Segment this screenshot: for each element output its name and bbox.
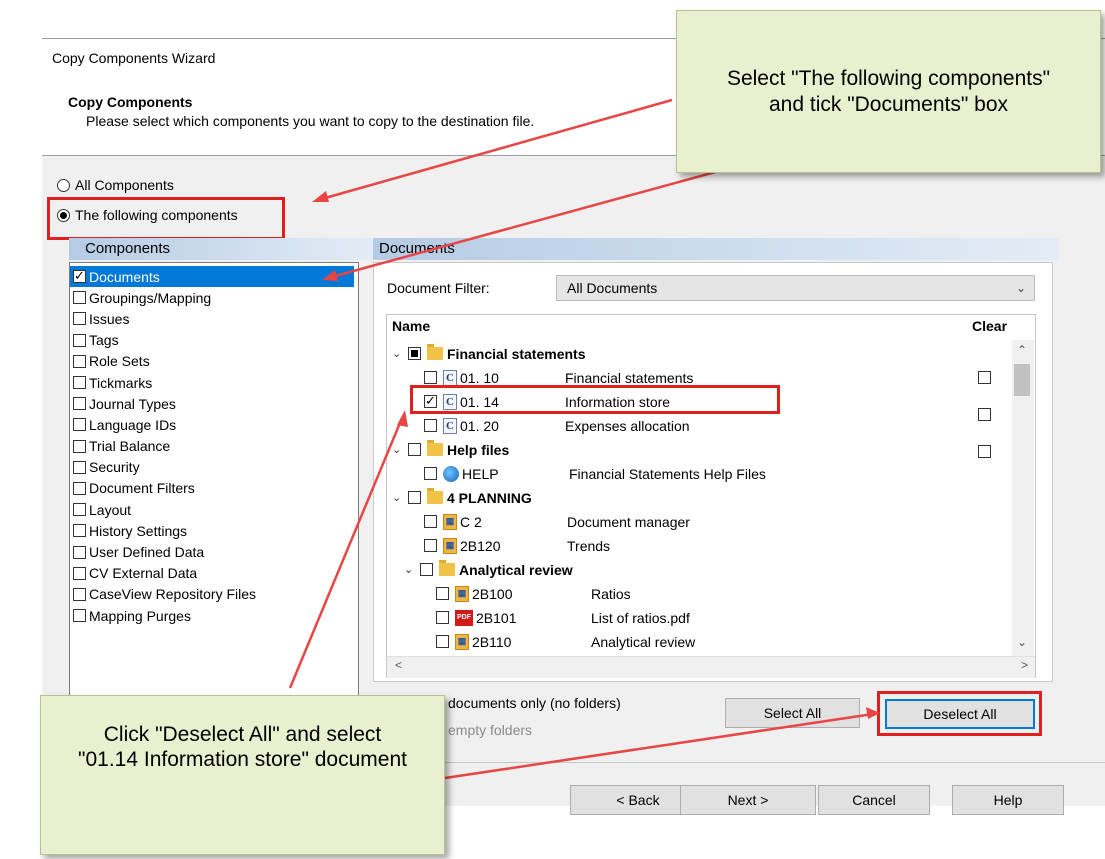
arrow-to-documents-component (327, 166, 731, 280)
callout-top: Select "The following components" and ti… (676, 10, 1101, 173)
arrow-to-following-components (317, 98, 673, 202)
arrowhead (397, 410, 408, 427)
arrowhead (312, 191, 329, 202)
arrow-to-deselect-all (444, 712, 874, 780)
callout-bottom-text: Click "Deselect All" and select "01.14 I… (78, 723, 407, 772)
callout-top-text: Select "The following components" and ti… (726, 67, 1051, 116)
arrow-to-information-store (288, 417, 404, 689)
arrowhead (322, 270, 338, 281)
callout-bottom: Click "Deselect All" and select "01.14 I… (40, 695, 445, 855)
arrowhead (866, 707, 880, 719)
